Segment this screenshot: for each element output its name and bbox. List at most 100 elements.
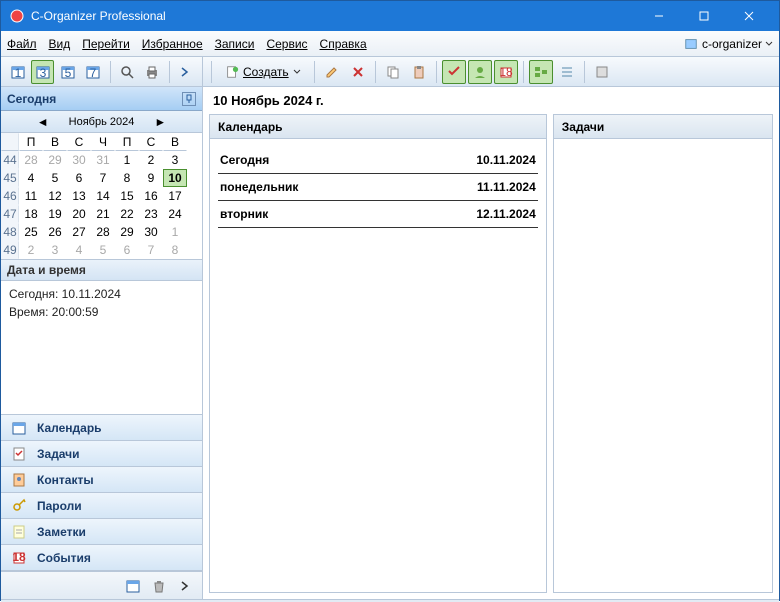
maximize-button[interactable] — [681, 1, 726, 31]
chevron-down-icon — [765, 40, 773, 48]
mini-calendar[interactable]: ПВСЧПСВ442829303112345456789104611121314… — [1, 133, 202, 259]
sidebar-bottom-bar — [1, 571, 202, 599]
calendar-day[interactable]: 29 — [115, 223, 139, 241]
nav-item-label: Пароли — [37, 499, 82, 513]
menu-entries[interactable]: Записи — [215, 37, 255, 51]
calendar-entry[interactable]: понедельник11.11.2024 — [218, 174, 538, 201]
calendar-day[interactable]: 28 — [19, 151, 43, 169]
today-view-button[interactable] — [121, 574, 145, 598]
trash-button[interactable] — [147, 574, 171, 598]
calendar-day[interactable]: 30 — [139, 223, 163, 241]
paste-button[interactable] — [407, 60, 431, 84]
calendar-day[interactable]: 2 — [19, 241, 43, 259]
calendar-day[interactable]: 1 — [163, 223, 187, 241]
nav-item-contacts[interactable]: Контакты — [1, 467, 202, 493]
group-button[interactable] — [529, 60, 553, 84]
calendar-day[interactable]: 16 — [139, 187, 163, 205]
calendar-entry[interactable]: Сегодня10.11.2024 — [218, 147, 538, 174]
menu-service[interactable]: Сервис — [266, 37, 307, 51]
calendar-day[interactable]: 7 — [91, 169, 115, 187]
menu-favorites[interactable]: Избранное — [142, 37, 203, 51]
calendar-day[interactable]: 4 — [67, 241, 91, 259]
calendar-day[interactable]: 27 — [67, 223, 91, 241]
minimize-button[interactable] — [636, 1, 681, 31]
calendar-day[interactable]: 5 — [43, 169, 67, 187]
calendar-day[interactable]: 17 — [163, 187, 187, 205]
close-button[interactable] — [726, 1, 771, 31]
filter-contacts-button[interactable] — [468, 60, 492, 84]
calendar-day[interactable]: 28 — [91, 223, 115, 241]
nav-item-calendar[interactable]: Календарь — [1, 415, 202, 441]
view-day-button[interactable]: 1 — [6, 60, 29, 84]
calendar-day[interactable]: 2 — [139, 151, 163, 169]
calendar-day[interactable]: 1 — [115, 151, 139, 169]
database-selector[interactable]: c-organizer — [684, 37, 773, 51]
next-month-button[interactable]: ► — [152, 114, 168, 130]
calendar-day[interactable]: 8 — [163, 241, 187, 259]
sidebar: Сегодня ◄ Ноябрь 2024 ► ПВСЧПСВ442829303… — [1, 87, 203, 599]
calendar-day[interactable]: 31 — [91, 151, 115, 169]
search-button[interactable] — [116, 60, 139, 84]
calendar-day[interactable]: 29 — [43, 151, 67, 169]
menu-help[interactable]: Справка — [320, 37, 367, 51]
nav-item-notes[interactable]: Заметки — [1, 519, 202, 545]
menu-view[interactable]: Вид — [49, 37, 71, 51]
entry-date: 12.11.2024 — [476, 207, 535, 221]
calendar-panel: Календарь Сегодня10.11.2024понедельник11… — [209, 114, 547, 593]
delete-button[interactable] — [346, 60, 370, 84]
calendar-day[interactable]: 15 — [115, 187, 139, 205]
calendar-day[interactable]: 22 — [115, 205, 139, 223]
menubar: Файл Вид Перейти Избранное Записи Сервис… — [1, 31, 779, 57]
filter-tasks-button[interactable] — [442, 60, 466, 84]
prev-month-button[interactable]: ◄ — [35, 114, 51, 130]
more-button[interactable] — [173, 574, 197, 598]
calendar-entry[interactable]: вторник12.11.2024 — [218, 201, 538, 228]
calendar-day[interactable]: 5 — [91, 241, 115, 259]
calendar-day[interactable]: 3 — [43, 241, 67, 259]
calendar-day[interactable]: 3 — [163, 151, 187, 169]
calendar-day[interactable]: 6 — [115, 241, 139, 259]
entry-label: понедельник — [220, 180, 298, 194]
today-date: Сегодня: 10.11.2024 — [9, 287, 194, 301]
view-week-button[interactable]: 7 — [81, 60, 104, 84]
calendar-day[interactable]: 18 — [19, 205, 43, 223]
calendar-day[interactable]: 20 — [67, 205, 91, 223]
calendar-day[interactable]: 12 — [43, 187, 67, 205]
tasks-entries — [554, 139, 772, 592]
pin-button[interactable] — [182, 92, 196, 106]
expand-right-button[interactable] — [174, 60, 197, 84]
calendar-day[interactable]: 26 — [43, 223, 67, 241]
calendar-day[interactable]: 6 — [67, 169, 91, 187]
calendar-day[interactable]: 11 — [19, 187, 43, 205]
weekday-header: С — [139, 133, 163, 151]
nav-item-label: Задачи — [37, 447, 80, 461]
list-button[interactable] — [555, 60, 579, 84]
settings-button[interactable] — [590, 60, 614, 84]
calendar-day[interactable]: 21 — [91, 205, 115, 223]
nav-item-passwords[interactable]: Пароли — [1, 493, 202, 519]
edit-button[interactable] — [320, 60, 344, 84]
calendar-day[interactable]: 8 — [115, 169, 139, 187]
datetime-header-label: Дата и время — [7, 263, 86, 277]
calendar-day[interactable]: 24 — [163, 205, 187, 223]
menu-file[interactable]: Файл — [7, 37, 37, 51]
calendar-day[interactable]: 14 — [91, 187, 115, 205]
calendar-day[interactable]: 7 — [139, 241, 163, 259]
view-5day-button[interactable]: 5 — [56, 60, 79, 84]
calendar-day[interactable]: 13 — [67, 187, 91, 205]
filter-events-button[interactable]: 18 — [494, 60, 518, 84]
calendar-day[interactable]: 10 — [163, 169, 187, 187]
menu-goto[interactable]: Перейти — [82, 37, 130, 51]
nav-item-tasks[interactable]: Задачи — [1, 441, 202, 467]
nav-item-events[interactable]: 18События — [1, 545, 202, 571]
calendar-day[interactable]: 30 — [67, 151, 91, 169]
print-button[interactable] — [141, 60, 164, 84]
calendar-day[interactable]: 23 — [139, 205, 163, 223]
copy-button[interactable] — [381, 60, 405, 84]
calendar-day[interactable]: 25 — [19, 223, 43, 241]
calendar-day[interactable]: 19 — [43, 205, 67, 223]
calendar-day[interactable]: 4 — [19, 169, 43, 187]
create-button[interactable]: Создать — [218, 60, 308, 84]
calendar-day[interactable]: 9 — [139, 169, 163, 187]
view-3day-button[interactable]: 3 — [31, 60, 54, 84]
